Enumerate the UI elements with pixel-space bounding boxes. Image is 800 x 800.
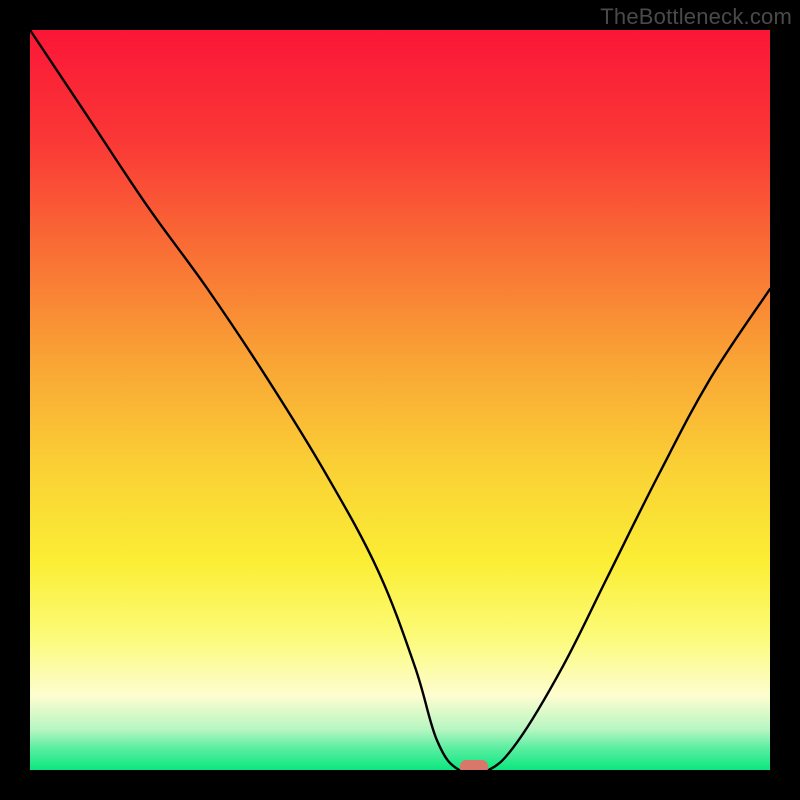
chart-svg [30, 30, 770, 770]
plot-area [30, 30, 770, 770]
watermark-text: TheBottleneck.com [600, 4, 792, 30]
gradient-background [30, 30, 770, 770]
optimal-marker [460, 760, 488, 770]
chart-stage: TheBottleneck.com [0, 0, 800, 800]
